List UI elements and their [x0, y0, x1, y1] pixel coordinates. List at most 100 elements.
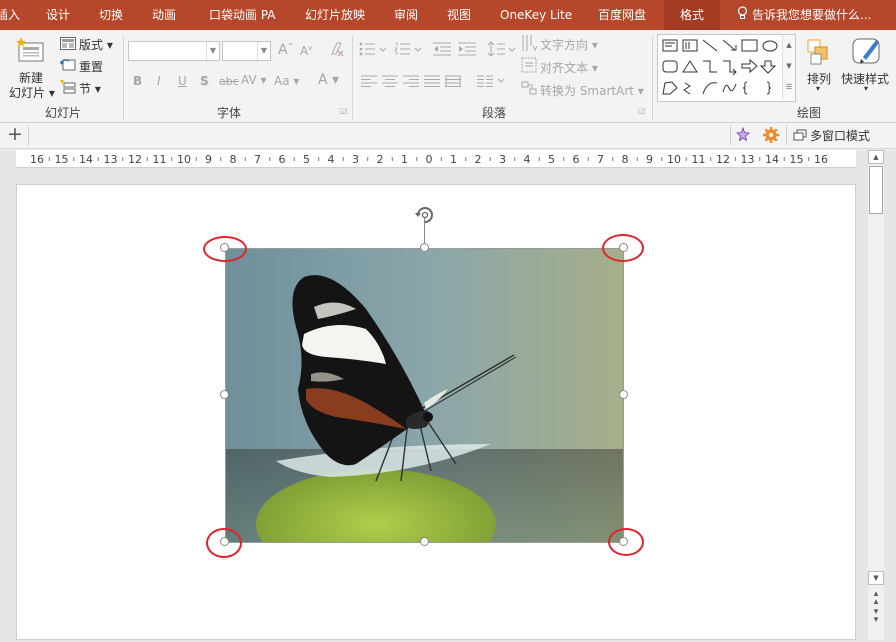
butterfly-picture[interactable] — [225, 248, 624, 543]
resize-handle-left[interactable] — [220, 390, 229, 399]
chevron-down-icon[interactable]: ▾ — [864, 84, 868, 93]
dialog-launcher-icon[interactable]: ◲ — [638, 106, 646, 115]
tab-review[interactable]: 审阅 — [394, 0, 418, 30]
highlight-ring-top-left — [203, 236, 247, 262]
rotate-handle-icon[interactable] — [413, 202, 437, 226]
tab-design[interactable]: 设计 — [46, 0, 70, 30]
resize-handle-right[interactable] — [619, 390, 628, 399]
convert-smartart-button[interactable]: 转换为 SmartArt ▾ — [540, 82, 644, 99]
dialog-launcher-icon[interactable]: ◲ — [340, 106, 348, 115]
font-color-button[interactable]: A ▾ — [318, 72, 339, 88]
ruler-label: 2 — [377, 153, 384, 166]
multi-window-icon[interactable] — [792, 128, 807, 142]
tab-baidu-netdisk[interactable]: 百度网盘 — [598, 0, 646, 30]
resize-handle-bottom[interactable] — [420, 537, 429, 546]
numbering-icon[interactable] — [393, 41, 423, 57]
bold-button[interactable]: B — [133, 74, 142, 88]
vertical-scrollbar[interactable]: ▲ ▼ ▴ ▴ ▾ ▾ — [868, 150, 884, 640]
reset-button[interactable]: 重置 — [79, 58, 103, 75]
ribbon: 新建 幻灯片 ▾ 版式 ▾ 重置 节 ▾ 幻灯片 ▼ ▼ A^ Av B I U… — [0, 30, 896, 123]
text-direction-icon[interactable] — [521, 34, 537, 52]
align-left-icon[interactable] — [360, 74, 378, 88]
ruler-label: 0 — [426, 153, 433, 166]
chevron-down-icon[interactable]: ▾ — [816, 84, 820, 93]
horizontal-ruler[interactable]: 16 15 14 13 12 11 10 9 8 7 6 5 4 3 2 1 0 1 2 3 4 5 6 7 8 9 10 11 12 1… — [16, 150, 856, 168]
new-slide-dropdown[interactable]: 幻灯片 ▾ — [9, 84, 55, 101]
tab-transitions[interactable]: 切换 — [99, 0, 123, 30]
italic-button[interactable]: I — [157, 74, 161, 88]
scroll-down-icon[interactable]: ▼ — [868, 571, 884, 585]
resize-handle-top[interactable] — [420, 243, 429, 252]
columns-icon[interactable] — [476, 74, 506, 88]
bullets-icon[interactable] — [358, 41, 388, 57]
ruler-label: 7 — [254, 153, 261, 166]
increase-indent-icon[interactable] — [457, 41, 477, 57]
char-spacing-button[interactable]: AV ▾ — [241, 73, 267, 87]
multi-window-mode-button[interactable]: 多窗口模式 — [810, 127, 870, 144]
text-direction-button[interactable]: 文字方向 ▾ — [540, 36, 598, 53]
tell-me-box[interactable]: 告诉我您想要做什么... — [737, 0, 871, 30]
arrange-icon[interactable] — [804, 36, 834, 68]
section-button[interactable]: 节 ▾ — [79, 80, 101, 97]
previous-slide-icon[interactable]: ▴ ▴ — [868, 590, 884, 607]
next-slide-icon[interactable]: ▾ ▾ — [868, 608, 884, 625]
highlight-ring-bottom-right — [608, 528, 644, 556]
tab-format[interactable]: 格式 — [664, 0, 721, 30]
reset-icon[interactable] — [60, 58, 76, 72]
scroll-up-icon[interactable]: ▲ — [868, 150, 884, 164]
grow-font-button[interactable]: A^ — [278, 42, 293, 58]
ruler-label: 13 — [104, 153, 118, 166]
chevron-down-icon[interactable]: ▼ — [206, 42, 219, 60]
tab-pocket-animation[interactable]: 口袋动画 PA — [209, 0, 276, 30]
layout-button[interactable]: 版式 ▾ — [79, 36, 113, 53]
ruler-label: 11 — [692, 153, 706, 166]
tab-insert[interactable]: 插入 — [0, 0, 20, 30]
slides-group-label: 幻灯片 — [45, 106, 82, 120]
decrease-indent-icon[interactable] — [432, 41, 452, 57]
align-right-icon[interactable] — [402, 74, 420, 88]
ruler-label: 16 — [30, 153, 44, 166]
shrink-font-button[interactable]: Av — [300, 44, 312, 58]
strikethrough-button[interactable]: abc — [219, 75, 239, 88]
align-text-icon[interactable] — [521, 57, 537, 73]
font-size-combo[interactable]: ▼ — [222, 41, 271, 61]
clear-formatting-icon[interactable] — [328, 40, 346, 58]
change-case-button[interactable]: Aa ▾ — [274, 74, 299, 88]
ruler-label: 3 — [499, 153, 506, 166]
font-name-combo[interactable]: ▼ — [128, 41, 220, 61]
highlight-ring-bottom-left — [206, 528, 242, 558]
layout-icon[interactable] — [60, 36, 76, 50]
ruler-label: 12 — [128, 153, 142, 166]
tab-slideshow[interactable]: 幻灯片放映 — [305, 0, 365, 30]
shapes-gallery-icons[interactable] — [660, 36, 780, 100]
smartart-icon[interactable] — [521, 80, 537, 96]
lightbulb-icon — [737, 1, 748, 31]
underline-button[interactable]: U — [178, 74, 187, 88]
justify-icon[interactable] — [423, 74, 441, 88]
tab-animations[interactable]: 动画 — [152, 0, 176, 30]
quick-styles-icon[interactable] — [850, 34, 884, 68]
ribbon-tab-bar: 插入 设计 切换 动画 口袋动画 PA 幻灯片放映 审阅 视图 OneKey L… — [0, 0, 896, 30]
line-spacing-icon[interactable] — [487, 41, 517, 57]
section-icon[interactable] — [60, 80, 76, 94]
add-icon[interactable]: + — [7, 123, 23, 145]
ruler-label: 7 — [597, 153, 604, 166]
scroll-thumb[interactable] — [869, 166, 883, 214]
shadow-button[interactable]: S — [200, 74, 209, 88]
gallery-scroll[interactable]: ▲ ▼ ☰ — [782, 35, 795, 99]
tab-onekey-lite[interactable]: OneKey Lite — [500, 0, 572, 30]
ruler-label: 10 — [177, 153, 191, 166]
ruler-label: 14 — [765, 153, 779, 166]
ruler-label: 9 — [205, 153, 212, 166]
new-slide-icon[interactable] — [12, 36, 48, 66]
magic-wand-icon[interactable] — [734, 126, 752, 144]
distributed-icon[interactable] — [444, 74, 462, 88]
align-center-icon[interactable] — [381, 74, 399, 88]
ruler-label: 6 — [279, 153, 286, 166]
tab-view[interactable]: 视图 — [447, 0, 471, 30]
ruler-label: 8 — [230, 153, 237, 166]
shapes-gallery[interactable]: ▲ ▼ ☰ — [657, 34, 796, 102]
chevron-down-icon[interactable]: ▼ — [257, 42, 270, 60]
gear-icon[interactable] — [762, 126, 780, 144]
align-text-button[interactable]: 对齐文本 ▾ — [540, 59, 598, 76]
